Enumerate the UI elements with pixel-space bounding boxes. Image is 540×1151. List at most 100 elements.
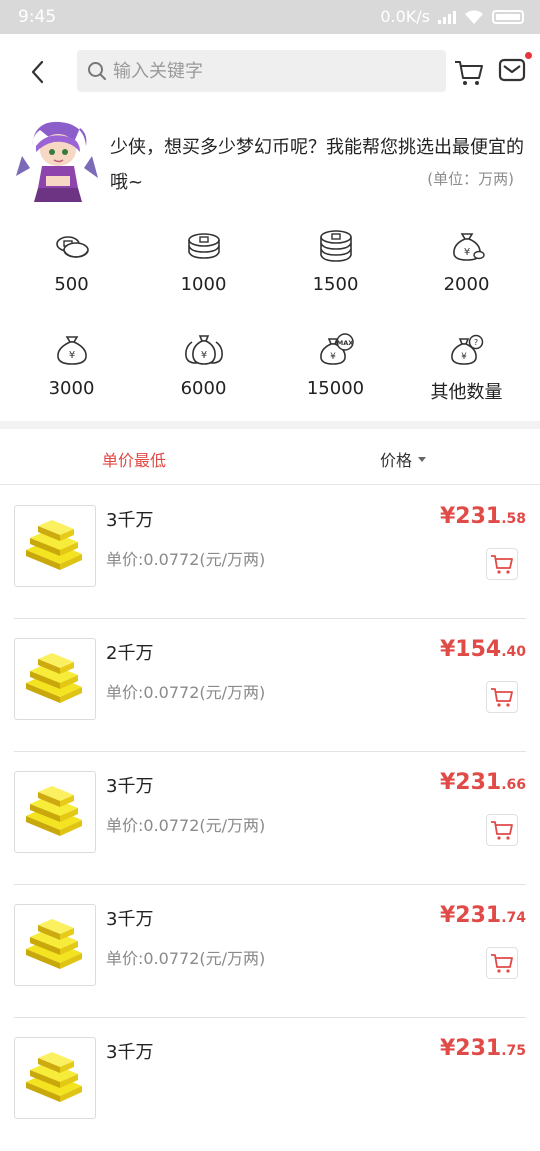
price-cents: .74 (501, 910, 526, 926)
listing-price: ¥231.75 (440, 1036, 526, 1061)
shopping-cart-icon (491, 954, 513, 973)
unit-note: (单位：万两) (427, 170, 514, 188)
price-main: ¥154 (439, 637, 502, 662)
quantity-option[interactable]: 1000 (136, 222, 271, 312)
price-main: ¥231 (439, 504, 502, 529)
listing-item[interactable]: 3千万 单价:0.0772(元/万两) ¥231.58 (0, 486, 540, 619)
price-main: ¥231 (439, 1036, 502, 1061)
status-right: 0.0K/s (380, 7, 524, 26)
wifi-icon (465, 9, 483, 24)
status-bar: 9:45 0.0K/s (0, 0, 540, 34)
money-bag-question-icon: ¥ ? (450, 334, 483, 365)
add-to-cart-button[interactable] (486, 947, 518, 979)
listing-item[interactable]: 2千万 单价:0.0772(元/万两) ¥154.40 (0, 619, 540, 752)
svg-text:¥: ¥ (330, 352, 336, 362)
add-to-cart-button[interactable] (486, 814, 518, 846)
shopping-cart-icon (491, 555, 513, 574)
sort-bar: 单价最低 价格 (0, 429, 540, 485)
search-box[interactable] (77, 50, 446, 92)
add-to-cart-button[interactable] (486, 548, 518, 580)
sort-price-tab[interactable]: 价格 (380, 447, 427, 471)
shopping-cart-icon (491, 688, 513, 707)
status-time: 9:45 (18, 7, 57, 27)
listing-title: 3千万 (106, 510, 154, 531)
cart-button[interactable] (453, 56, 485, 88)
gold-bars-image (14, 771, 96, 853)
listing-unit-price: 单价:0.0772(元/万两) (106, 816, 266, 835)
listing-title: 3千万 (106, 776, 154, 797)
quantity-option[interactable]: ¥ MAX 15000 (268, 326, 403, 416)
messages-button[interactable] (498, 52, 532, 86)
quantity-label: 500 (54, 274, 89, 295)
quantity-option[interactable]: 500 (4, 222, 139, 312)
quantity-label: 1000 (180, 274, 227, 295)
money-bag-icon: ¥ (452, 233, 485, 261)
shopping-cart-icon (455, 61, 483, 85)
gold-bars-image (14, 638, 96, 720)
quantity-option[interactable]: ¥ 3000 (4, 326, 139, 416)
gold-bars-image (14, 1037, 96, 1119)
quantity-label: 1500 (312, 274, 359, 295)
listing-unit-price: 单价:0.0772(元/万两) (106, 949, 266, 968)
listing-item[interactable]: 3千万 ¥231.75 (0, 1018, 540, 1151)
character-avatar (16, 121, 98, 202)
quantity-option[interactable]: ¥ ? 其他数量 (399, 326, 534, 416)
search-icon (88, 62, 106, 80)
notification-dot (525, 52, 532, 59)
quantity-label: 15000 (306, 378, 365, 399)
price-cents: .66 (501, 777, 526, 793)
intro-message: 少侠，想买多少梦幻币呢？我能帮您挑选出最便宜的哦~ (110, 137, 524, 193)
price-cents: .40 (501, 644, 526, 660)
battery-icon (492, 9, 524, 24)
price-main: ¥231 (439, 770, 502, 795)
svg-text:¥: ¥ (68, 350, 74, 361)
quantity-option[interactable]: 1500 (268, 222, 403, 312)
quantity-option[interactable]: ¥ 2000 (399, 222, 534, 312)
listing-price: ¥231.74 (440, 903, 526, 928)
quantity-label: 6000 (180, 378, 227, 399)
back-button[interactable] (22, 56, 52, 88)
money-bag-icon: ¥ (56, 336, 87, 365)
gold-bars-image (14, 904, 96, 986)
shopping-cart-icon (491, 821, 513, 840)
coins-stack-large-icon (319, 230, 352, 262)
coins-stack-small-icon (55, 236, 89, 258)
top-bar (0, 34, 540, 110)
chevron-left-icon (31, 60, 44, 84)
gold-bars-image (14, 505, 96, 587)
listing-unit-price: 单价:0.0772(元/万两) (106, 550, 266, 569)
svg-text:MAX: MAX (336, 339, 353, 347)
add-to-cart-button[interactable] (486, 681, 518, 713)
quantity-label: 3000 (48, 378, 95, 399)
listing-title: 3千万 (106, 1042, 154, 1063)
sort-price-label: 价格 (380, 451, 413, 470)
coins-stack-medium-icon (187, 233, 220, 259)
svg-text:?: ? (473, 338, 477, 347)
listing-title: 2千万 (106, 643, 154, 664)
listing-unit-price: 单价:0.0772(元/万两) (106, 683, 266, 702)
listing-price: ¥231.58 (440, 504, 526, 529)
listing-item[interactable]: 3千万 单价:0.0772(元/万两) ¥231.66 (0, 752, 540, 885)
caret-down-icon (418, 456, 427, 462)
listing-price: ¥154.40 (440, 637, 526, 662)
quantity-label: 2000 (443, 274, 490, 295)
section-divider (0, 421, 540, 429)
quantity-label: 其他数量 (430, 382, 503, 403)
listing-item[interactable]: 3千万 单价:0.0772(元/万两) ¥231.74 (0, 885, 540, 1018)
price-cents: .75 (501, 1043, 526, 1059)
signal-icon (438, 10, 456, 24)
search-input[interactable] (113, 60, 433, 82)
sort-lowest-unit-price-tab[interactable]: 单价最低 (102, 447, 166, 471)
network-speed: 0.0K/s (380, 7, 430, 26)
svg-text:¥: ¥ (461, 352, 467, 362)
mail-icon (498, 58, 526, 82)
quantity-grid: 500 1000 1500 ¥ 2000 ¥ 3000 ¥ 6000 ¥ MAX… (0, 222, 540, 420)
price-main: ¥231 (439, 903, 502, 928)
listing-price: ¥231.66 (440, 770, 526, 795)
intro-section: 少侠，想买多少梦幻币呢？我能帮您挑选出最便宜的哦~ (单位：万两) (0, 110, 540, 210)
money-bags-icon: ¥ (184, 335, 223, 365)
svg-text:¥: ¥ (200, 350, 206, 361)
price-cents: .58 (501, 511, 526, 527)
quantity-option[interactable]: ¥ 6000 (136, 326, 271, 416)
listing-title: 3千万 (106, 909, 154, 930)
